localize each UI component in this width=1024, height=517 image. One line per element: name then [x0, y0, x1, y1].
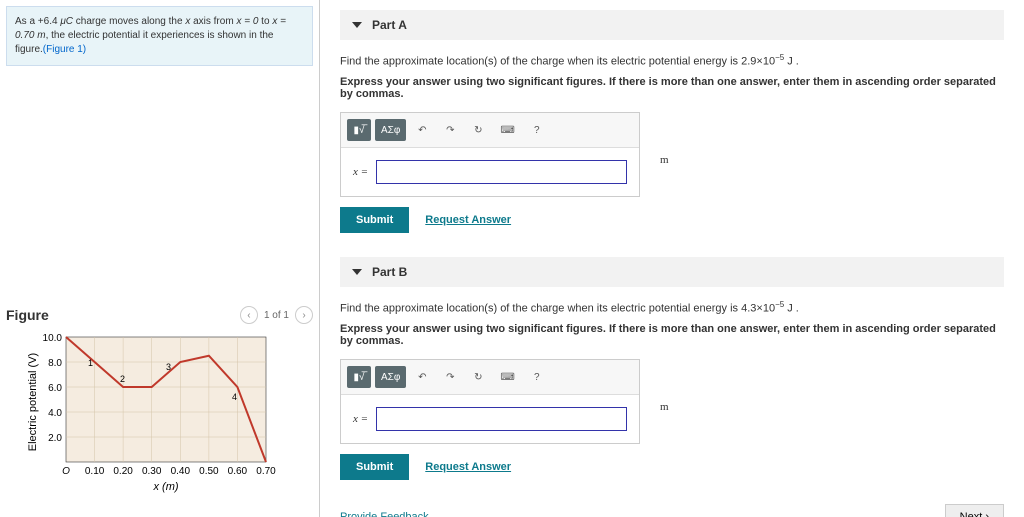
request-answer-b[interactable]: Request Answer: [425, 461, 511, 473]
reset-button[interactable]: ↻: [466, 366, 490, 388]
figure-title: Figure: [6, 307, 49, 323]
provide-feedback-link[interactable]: Provide Feedback: [340, 511, 429, 517]
svg-text:0.40: 0.40: [171, 466, 191, 477]
redo-button[interactable]: ↷: [438, 119, 462, 141]
svg-text:0.70: 0.70: [256, 466, 276, 477]
figure-prev-button[interactable]: ‹: [240, 306, 258, 324]
redo-button[interactable]: ↷: [438, 366, 462, 388]
answer-input-b[interactable]: [376, 407, 627, 431]
svg-text:0.30: 0.30: [142, 466, 162, 477]
svg-text:2.0: 2.0: [48, 433, 62, 444]
keyboard-button[interactable]: ⌨: [494, 119, 520, 141]
svg-text:10.0: 10.0: [43, 333, 63, 344]
svg-text:0.50: 0.50: [199, 466, 219, 477]
symbols-button[interactable]: ΑΣφ: [375, 366, 406, 388]
svg-text:4: 4: [232, 392, 237, 402]
svg-text:O: O: [62, 466, 70, 477]
svg-text:4.0: 4.0: [48, 408, 62, 419]
next-button[interactable]: Next ›: [945, 504, 1004, 517]
part-a-instructions: Express your answer using two significan…: [340, 76, 1004, 100]
undo-button[interactable]: ↶: [410, 366, 434, 388]
answer-unit-a: m: [660, 154, 669, 166]
answer-toolbar-b: ▮√̅ ΑΣφ ↶ ↷ ↻ ⌨ ?: [341, 360, 639, 395]
svg-text:6.0: 6.0: [48, 383, 62, 394]
svg-text:x (m): x (m): [152, 481, 178, 493]
part-a-question: Find the approximate location(s) of the …: [340, 52, 1004, 70]
help-button[interactable]: ?: [525, 119, 549, 141]
symbols-button[interactable]: ΑΣφ: [375, 119, 406, 141]
figure-link[interactable]: (Figure 1): [43, 44, 86, 55]
submit-button-a[interactable]: Submit: [340, 207, 409, 233]
svg-text:2: 2: [120, 374, 125, 384]
answer-var-a: x =: [353, 166, 368, 178]
caret-down-icon: [352, 22, 362, 28]
help-button[interactable]: ?: [525, 366, 549, 388]
figure-next-button[interactable]: ›: [295, 306, 313, 324]
keyboard-button[interactable]: ⌨: [494, 366, 520, 388]
svg-text:8.0: 8.0: [48, 358, 62, 369]
submit-button-b[interactable]: Submit: [340, 454, 409, 480]
svg-text:3: 3: [166, 362, 171, 372]
problem-prompt: As a +6.4 μC charge moves along the x ax…: [6, 6, 313, 66]
answer-unit-b: m: [660, 401, 669, 413]
part-b-instructions: Express your answer using two significan…: [340, 323, 1004, 347]
part-b-question: Find the approximate location(s) of the …: [340, 299, 1004, 317]
answer-var-b: x =: [353, 413, 368, 425]
reset-button[interactable]: ↻: [466, 119, 490, 141]
undo-button[interactable]: ↶: [410, 119, 434, 141]
svg-text:1: 1: [88, 358, 93, 368]
svg-text:0.60: 0.60: [228, 466, 248, 477]
part-b-header[interactable]: Part B: [340, 257, 1004, 287]
figure-graph: 1 2 3 4 10.0 8.0 6.0 4.0 2.0 O 0.10 0.20 0.30 0.40…: [26, 332, 313, 505]
part-a-header[interactable]: Part A: [340, 10, 1004, 40]
svg-text:0.20: 0.20: [113, 466, 133, 477]
request-answer-a[interactable]: Request Answer: [425, 214, 511, 226]
svg-text:0.10: 0.10: [85, 466, 105, 477]
svg-text:Electric potential (V): Electric potential (V): [27, 353, 39, 451]
template-button[interactable]: ▮√̅: [347, 119, 371, 141]
answer-toolbar-a: ▮√̅ ΑΣφ ↶ ↷ ↻ ⌨ ?: [341, 113, 639, 148]
figure-nav-text: 1 of 1: [264, 310, 289, 321]
template-button[interactable]: ▮√̅: [347, 366, 371, 388]
caret-down-icon: [352, 269, 362, 275]
answer-input-a[interactable]: [376, 160, 627, 184]
